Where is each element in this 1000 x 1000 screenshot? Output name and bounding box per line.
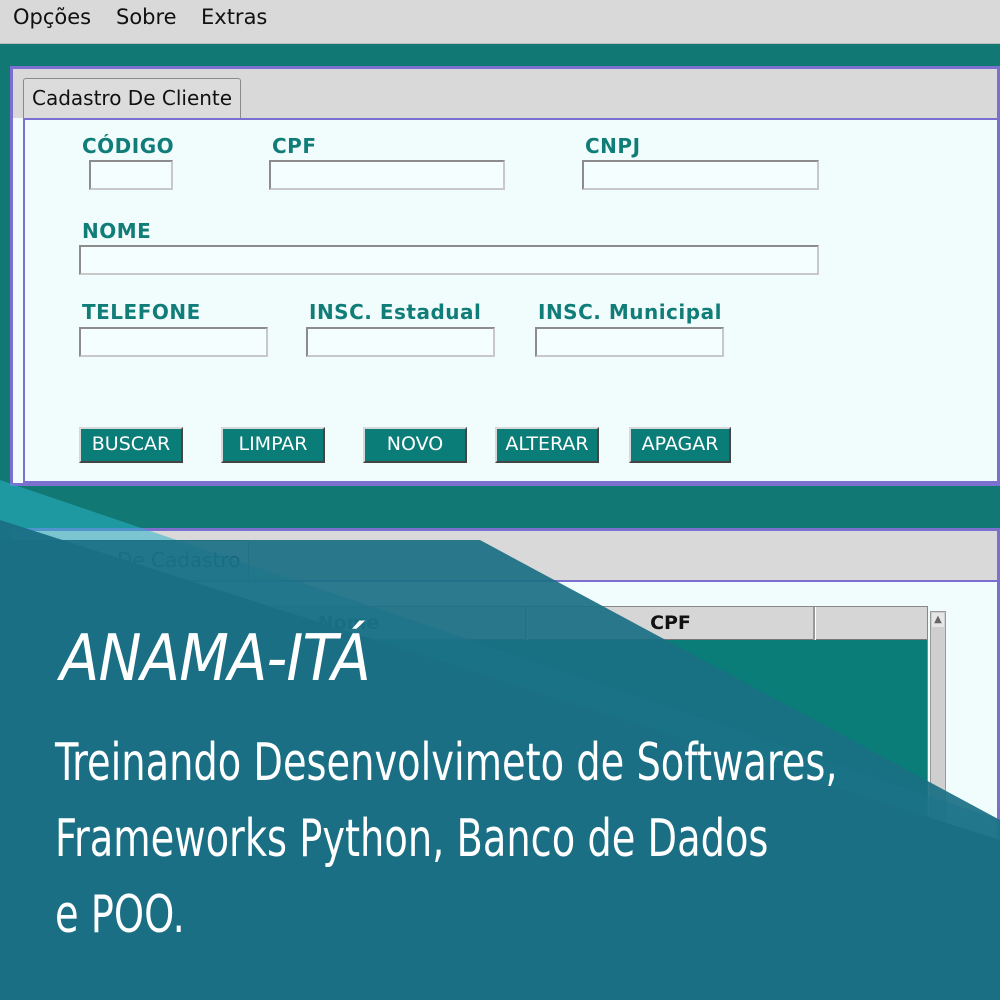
tab-cadastro-de-cliente[interactable]: Cadastro De Cliente bbox=[23, 78, 242, 118]
buscar-button[interactable]: BUSCAR bbox=[79, 427, 183, 463]
insc-estadual-label: INSC. Estadual bbox=[309, 300, 482, 324]
scroll-up-icon[interactable]: ▲ bbox=[932, 613, 944, 627]
brand-title: ANAMA-ITÁ bbox=[60, 622, 371, 696]
cpf-input[interactable] bbox=[269, 160, 505, 190]
alterar-button[interactable]: ALTERAR bbox=[495, 427, 599, 463]
novo-button[interactable]: NOVO bbox=[363, 427, 467, 463]
cadastro-tabstrip: Cadastro De Cliente bbox=[13, 69, 997, 118]
insc-municipal-label: INSC. Municipal bbox=[538, 300, 722, 324]
menu-bar: Opções Sobre Extras bbox=[0, 0, 1000, 44]
nome-input[interactable] bbox=[79, 245, 819, 275]
codigo-input[interactable] bbox=[89, 160, 173, 190]
cadastro-panel: CÓDIGO CPF CNPJ NOME TELEFONE INSC. Esta… bbox=[23, 118, 997, 483]
vertical-scrollbar[interactable]: ▲ bbox=[930, 611, 946, 873]
menu-sobre[interactable]: Sobre bbox=[116, 5, 177, 29]
cnpj-label: CNPJ bbox=[585, 134, 641, 158]
tagline-line-1: Treinando Desenvolvimeto de Softwares, bbox=[55, 733, 838, 793]
telefone-label: TELEFONE bbox=[82, 300, 201, 324]
planilha-tabstrip: Planilha De Cadastro bbox=[13, 531, 997, 580]
banner-tagline: Treinando Desenvolvimeto de Softwares, F… bbox=[55, 725, 838, 953]
limpar-button[interactable]: LIMPAR bbox=[221, 427, 325, 463]
apagar-button[interactable]: APAGAR bbox=[629, 427, 731, 463]
menu-opcoes[interactable]: Opções bbox=[13, 5, 91, 29]
column-cpf[interactable]: CPF bbox=[527, 607, 815, 640]
insc-municipal-input[interactable] bbox=[535, 327, 724, 357]
insc-estadual-input[interactable] bbox=[306, 327, 495, 357]
telefone-input[interactable] bbox=[79, 327, 268, 357]
menu-extras[interactable]: Extras bbox=[201, 5, 267, 29]
cadastro-frame: Cadastro De Cliente CÓDIGO CPF CNPJ NOME… bbox=[10, 66, 1000, 486]
tagline-line-3: e POO. bbox=[55, 885, 185, 945]
tab-planilha-de-cadastro[interactable]: Planilha De Cadastro bbox=[23, 540, 250, 580]
cnpj-input[interactable] bbox=[582, 160, 819, 190]
cpf-label: CPF bbox=[272, 134, 317, 158]
codigo-label: CÓDIGO bbox=[82, 134, 175, 158]
nome-label: NOME bbox=[82, 219, 152, 243]
column-empty bbox=[815, 607, 927, 640]
tagline-line-2: Frameworks Python, Banco de Dados bbox=[55, 809, 769, 869]
